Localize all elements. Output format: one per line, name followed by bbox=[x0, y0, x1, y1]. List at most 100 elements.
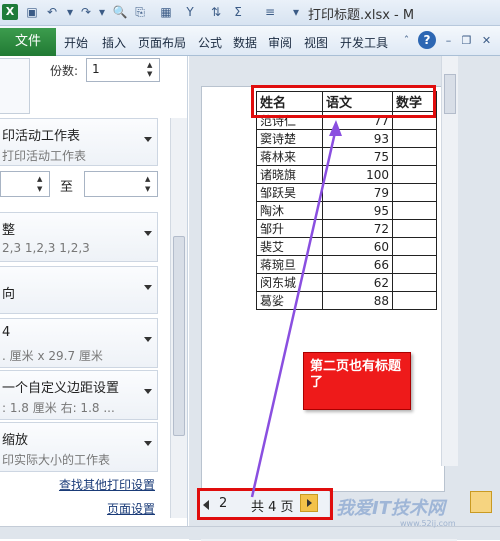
tab-view[interactable]: 视图 bbox=[304, 34, 328, 51]
name-cell: 邹跃昊 bbox=[256, 183, 323, 202]
table-row: 蒋琬旦 66 bbox=[256, 255, 437, 274]
math-score-cell bbox=[392, 255, 437, 274]
name-cell: 裴艾 bbox=[256, 237, 323, 256]
tab-data[interactable]: 数据 bbox=[233, 34, 257, 51]
pages-from-input[interactable]: ▲ ▼ bbox=[0, 171, 50, 197]
name-cell: 陶沐 bbox=[256, 201, 323, 220]
chinese-score-cell: 72 bbox=[322, 219, 393, 238]
table-row: 裴艾 60 bbox=[256, 237, 437, 256]
more-icon[interactable]: ▾ bbox=[288, 4, 304, 20]
chevron-down-icon bbox=[144, 337, 152, 342]
math-score-cell bbox=[392, 129, 437, 148]
collate-dropdown[interactable]: 整 2,3 1,2,3 1,2,3 bbox=[0, 212, 158, 262]
tab-home[interactable]: 开始 bbox=[64, 34, 88, 51]
annotation-callout: 第二页也有标题了 bbox=[303, 352, 411, 410]
name-cell: 邹升 bbox=[256, 219, 323, 238]
print-what-label: 印活动工作表 bbox=[2, 129, 81, 144]
restore-icon[interactable]: ❐ bbox=[458, 32, 475, 49]
spin-up-icon[interactable]: ▲ bbox=[37, 175, 47, 184]
print-button[interactable] bbox=[0, 58, 30, 114]
page-setup-link[interactable]: 页面设置 bbox=[107, 500, 155, 517]
spin-down-icon[interactable]: ▼ bbox=[145, 185, 155, 194]
header-highlight-box bbox=[251, 85, 436, 118]
print-preview-icon[interactable]: 🔍 bbox=[112, 4, 128, 20]
spin-down-icon[interactable]: ▼ bbox=[147, 70, 157, 79]
align-icon[interactable]: ≡ bbox=[262, 4, 278, 20]
undo-dropdown-icon[interactable]: ▾ bbox=[62, 4, 78, 20]
collate-label: 整 bbox=[2, 223, 16, 238]
save-icon[interactable]: ▣ bbox=[24, 4, 40, 20]
math-score-cell bbox=[392, 273, 437, 292]
orientation-label: 向 bbox=[2, 287, 16, 302]
chinese-score-cell: 95 bbox=[322, 201, 393, 220]
collapse-ribbon-icon[interactable]: ˆ bbox=[398, 32, 415, 49]
watermark-logo: 我爱IT技术网 bbox=[336, 498, 445, 519]
tab-developer[interactable]: 开发工具 bbox=[340, 34, 388, 51]
math-score-cell bbox=[392, 219, 437, 238]
preview-page: 姓名 语文 数学 范诗仁 77 窦诗楚 93 蒋林来 75 诸晓旗 100 邹跃昊 79 陶沐 95 邹… bbox=[201, 86, 445, 492]
scrollbar-thumb[interactable] bbox=[444, 74, 456, 114]
close-icon[interactable]: ✕ bbox=[478, 32, 495, 49]
name-cell: 葛娑 bbox=[256, 291, 323, 310]
name-cell: 诸晓旗 bbox=[256, 165, 323, 184]
orientation-dropdown[interactable]: 向 bbox=[0, 266, 158, 314]
scaling-dropdown[interactable]: 缩放 印实际大小的工作表 bbox=[0, 422, 158, 472]
scrollbar-thumb[interactable] bbox=[173, 236, 185, 436]
spin-up-icon[interactable]: ▲ bbox=[145, 175, 155, 184]
table-icon[interactable]: ▦ bbox=[158, 4, 174, 20]
pages-to-label: 至 bbox=[60, 180, 74, 195]
excel-app-icon[interactable]: X bbox=[2, 4, 18, 20]
chinese-score-cell: 66 bbox=[322, 255, 393, 274]
margins-label: 一个自定义边距设置 bbox=[2, 381, 120, 396]
format-painter-icon[interactable]: ⎘ bbox=[132, 4, 148, 20]
spin-up-icon[interactable]: ▲ bbox=[147, 61, 157, 70]
tab-file[interactable]: 文件 bbox=[0, 28, 56, 56]
chevron-down-icon bbox=[144, 231, 152, 236]
math-score-cell bbox=[392, 237, 437, 256]
chinese-score-cell: 75 bbox=[322, 147, 393, 166]
minimize-icon[interactable]: – bbox=[440, 32, 457, 49]
table-row: 邹升 72 bbox=[256, 219, 437, 238]
redo-dropdown-icon[interactable]: ▾ bbox=[94, 4, 110, 20]
paper-size-dropdown[interactable]: 4 . 厘米 x 29.7 厘米 bbox=[0, 318, 158, 368]
settings-scrollbar[interactable] bbox=[170, 118, 187, 518]
chevron-down-icon bbox=[144, 137, 152, 142]
help-icon[interactable]: ? bbox=[418, 31, 436, 49]
collate-desc: 2,3 1,2,3 1,2,3 bbox=[2, 241, 90, 255]
pager-highlight-box bbox=[197, 488, 333, 520]
tab-review[interactable]: 审阅 bbox=[268, 34, 292, 51]
math-score-cell bbox=[392, 183, 437, 202]
print-preview-area: 姓名 语文 数学 范诗仁 77 窦诗楚 93 蒋林来 75 诸晓旗 100 邹跃昊 79 陶沐 95 邹… bbox=[189, 56, 500, 541]
name-cell: 蒋琬旦 bbox=[256, 255, 323, 274]
scaling-label: 缩放 bbox=[2, 433, 29, 448]
copies-input[interactable]: 1 ▲ ▼ bbox=[86, 58, 160, 82]
sum-icon[interactable]: Σ bbox=[230, 4, 246, 20]
chinese-score-cell: 62 bbox=[322, 273, 393, 292]
margins-dropdown[interactable]: 一个自定义边距设置 : 1.8 厘米 右: 1.8 ... bbox=[0, 370, 158, 420]
more-print-settings-link[interactable]: 查找其他打印设置 bbox=[59, 476, 155, 493]
preview-vertical-scrollbar[interactable] bbox=[441, 56, 458, 466]
sort-icon[interactable]: ⇅ bbox=[208, 4, 224, 20]
tab-formulas[interactable]: 公式 bbox=[198, 34, 222, 51]
tab-page-layout[interactable]: 页面布局 bbox=[138, 34, 186, 51]
chevron-down-icon bbox=[144, 441, 152, 446]
math-score-cell bbox=[392, 147, 437, 166]
scaling-desc: 印实际大小的工作表 bbox=[2, 453, 111, 467]
name-cell: 闵东城 bbox=[256, 273, 323, 292]
spin-down-icon[interactable]: ▼ bbox=[37, 185, 47, 194]
filter-icon[interactable]: Y bbox=[182, 4, 198, 20]
preview-table: 姓名 语文 数学 范诗仁 77 窦诗楚 93 蒋林来 75 诸晓旗 100 邹跃昊 79 陶沐 95 邹… bbox=[256, 91, 437, 310]
table-row: 邹跃昊 79 bbox=[256, 183, 437, 202]
tab-insert[interactable]: 插入 bbox=[102, 34, 126, 51]
name-cell: 窦诗楚 bbox=[256, 129, 323, 148]
chinese-score-cell: 93 bbox=[322, 129, 393, 148]
print-settings-panel: 份数: 1 ▲ ▼ 印活动工作表 打印活动工作表 ▲ ▼ 至 ▲ ▼ 整 2,3… bbox=[0, 56, 188, 526]
math-score-cell bbox=[392, 201, 437, 220]
print-what-dropdown[interactable]: 印活动工作表 打印活动工作表 bbox=[0, 118, 158, 166]
zoom-to-page-button[interactable] bbox=[470, 491, 492, 513]
ribbon-tabs: 文件 开始 插入 页面布局 公式 数据 审阅 视图 开发工具 ˆ ? – ❐ ✕ bbox=[0, 26, 500, 56]
redo-icon[interactable]: ↷ bbox=[78, 4, 94, 20]
undo-icon[interactable]: ↶ bbox=[44, 4, 60, 20]
math-score-cell bbox=[392, 165, 437, 184]
pages-to-input[interactable]: ▲ ▼ bbox=[84, 171, 158, 197]
